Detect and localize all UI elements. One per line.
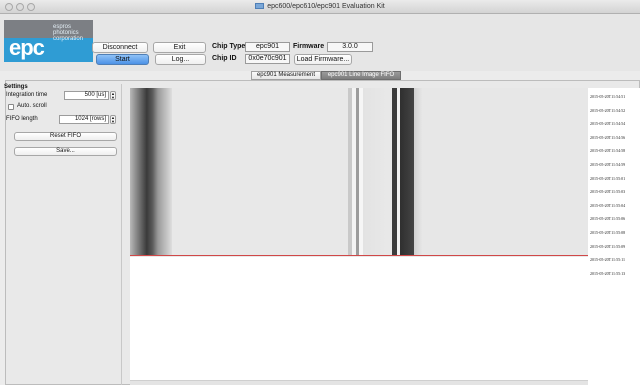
fifo-length-stepper[interactable]: ▲ ▼ [110, 115, 116, 124]
image-flat-band [172, 88, 348, 255]
logo-subtitle-line: corporation [53, 36, 84, 42]
exit-button[interactable]: Exit [153, 42, 206, 53]
auto-scroll-label: Auto. scroll [17, 103, 47, 109]
settings-title: Settings [4, 84, 28, 90]
timestamp-item: 2015-05-20T11:55:04 [590, 202, 626, 208]
stepper-down-icon[interactable]: ▼ [111, 95, 115, 100]
timestamp-item: 2015-05-20T11:54:51 [590, 94, 626, 99]
timestamp-item: 2015-05-20T11:54:52 [590, 107, 626, 113]
tab-epc901-measurement[interactable]: epc901 Measurement [251, 71, 321, 80]
timestamp-item: 2015-05-20T11:55:13 [590, 270, 626, 276]
timestamp-item: 2015-05-20T11:55:03 [590, 189, 626, 195]
integration-time-stepper[interactable]: ▲ ▼ [110, 91, 116, 100]
timestamp-item: 2015-05-20T11:55:01 [590, 175, 626, 181]
log-button[interactable]: Log... [155, 54, 206, 65]
logo-text: epc [9, 35, 45, 60]
timestamp-item: 2015-05-20T11:55:06 [590, 216, 626, 222]
auto-scroll-checkbox[interactable] [8, 104, 14, 110]
chip-id-label: Chip ID [212, 55, 237, 62]
title-bar: epc600/epc610/epc901 Evaluation Kit [0, 0, 640, 14]
load-firmware-button[interactable]: Load Firmware... [294, 54, 352, 65]
image-dark-band [130, 88, 158, 255]
tab-epc901-line-image-fifo[interactable]: epc901 Line Image FIFO [321, 71, 401, 80]
plot-empty-area [130, 257, 588, 385]
image-gradient-band [158, 88, 172, 255]
fifo-length-input[interactable]: 1024 [rows] [59, 115, 109, 124]
integration-time-input[interactable]: 500 [us] [64, 91, 109, 100]
timestamp-item: 2015-05-20T11:55:09 [590, 243, 626, 249]
logo-subtitle: espros photonics corporation [53, 24, 93, 42]
timestamp-item: 2015-05-20T11:54:59 [590, 161, 626, 167]
chip-type-label: Chip Type [212, 43, 246, 50]
image-dark-band [400, 88, 414, 255]
chip-id-value: 0x0e70c901 [245, 54, 290, 64]
line-image-view[interactable] [130, 88, 588, 256]
disconnect-button[interactable]: Disconnect [92, 42, 148, 53]
tab-bar: epc901 Measurement epc901 Line Image FIF… [0, 71, 640, 80]
firmware-label: Firmware [293, 43, 325, 50]
panel-divider [121, 84, 122, 385]
image-flat-band [363, 88, 392, 255]
integration-time-label: Integration time [6, 92, 48, 98]
company-logo: espros photonics corporation epc [4, 20, 93, 62]
start-button[interactable]: Start [96, 54, 149, 65]
image-gradient-band [414, 88, 422, 255]
fifo-length-label: FIFO length [6, 116, 38, 122]
header: espros photonics corporation epc Disconn… [0, 14, 640, 71]
timestamp-item: 2015-05-20T11:54:56 [590, 134, 626, 140]
timestamp-item: 2015-05-20T11:54:54 [590, 121, 626, 127]
chip-type-value: epc901 [245, 42, 290, 52]
save-button[interactable]: Save... [14, 147, 117, 156]
horizontal-scrollbar[interactable] [130, 380, 588, 385]
app-icon [255, 3, 265, 9]
window-title-wrap: epc600/epc610/epc901 Evaluation Kit [0, 0, 640, 14]
window-title: epc600/epc610/epc901 Evaluation Kit [267, 3, 385, 10]
timestamp-item: 2015-05-20T11:55:08 [590, 229, 626, 235]
firmware-value: 3.0.0 [327, 42, 373, 52]
stepper-down-icon[interactable]: ▼ [111, 119, 115, 124]
timestamp-item: 2015-05-20T11:55:11 [590, 257, 626, 263]
reset-fifo-button[interactable]: Reset FIFO [14, 132, 117, 141]
timestamp-list: 2015-05-20T11:54:51 2015-05-20T11:54:52 20… [590, 95, 640, 285]
image-flat-band [422, 88, 588, 255]
timestamp-item: 2015-05-20T11:54:58 [590, 148, 626, 154]
